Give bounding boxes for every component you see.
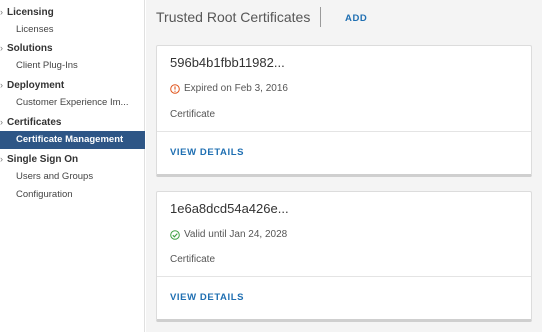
sidebar-item-client-plug-ins[interactable]: Client Plug-Ins [0,57,145,75]
chevron-down-icon: › [0,43,3,53]
view-details-button[interactable]: VIEW DETAILS [170,147,244,158]
certificate-status: Valid until Jan 24, 2028 [170,229,287,240]
sidebar-item-label: Configuration [16,189,73,200]
certificate-name: 1e6a8dcd54a426e... [170,201,289,216]
sidebar-group-solutions[interactable]: › Solutions [0,39,53,57]
sidebar-item-label: Certificate Management [16,134,124,145]
sidebar-item-label: Client Plug-Ins [16,60,78,71]
card-divider [157,276,531,277]
sidebar-group-licensing[interactable]: › Licensing [0,3,54,21]
certificate-type: Certificate [170,109,216,120]
sidebar: › Licensing Licenses › Solutions Client Pl… [0,0,145,332]
sidebar-group-certificates[interactable]: › Certificates [0,113,61,131]
sidebar-item-licenses[interactable]: Licenses [0,21,145,39]
certificate-card: 596b4b1fbb11982... Expired on Feb 3, 201… [156,45,532,177]
sidebar-item-customer-experience[interactable]: Customer Experience Im... [0,94,145,112]
sidebar-group-deployment[interactable]: › Deployment [0,76,64,94]
sidebar-group-label: Single Sign On [7,154,79,165]
chevron-down-icon: › [0,80,3,90]
warning-circle-icon [170,83,180,94]
page-title: Trusted Root Certificates [156,9,311,25]
certificate-name: 596b4b1fbb11982... [170,55,285,70]
check-circle-icon [170,229,180,240]
sidebar-item-label: Users and Groups [16,171,94,182]
certificate-status: Expired on Feb 3, 2016 [170,83,288,94]
certificate-status-text: Expired on Feb 3, 2016 [184,83,288,94]
view-details-button[interactable]: VIEW DETAILS [170,292,244,303]
certificate-card: 1e6a8dcd54a426e... Valid until Jan 24, 2… [156,191,532,322]
sidebar-group-label: Deployment [7,80,65,91]
sidebar-group-single-sign-on[interactable]: › Single Sign On [0,150,78,168]
card-divider [157,131,531,132]
certificate-status-text: Valid until Jan 24, 2028 [184,229,288,240]
chevron-down-icon: › [0,117,3,127]
app-root: › Licensing Licenses › Solutions Client Pl… [0,0,542,332]
sidebar-group-label: Solutions [7,43,53,54]
certificate-type: Certificate [170,254,216,265]
sidebar-item-label: Customer Experience Im... [16,97,129,108]
sidebar-item-users-and-groups[interactable]: Users and Groups [0,168,145,186]
sidebar-group-label: Licensing [7,7,54,18]
sidebar-item-label: Licenses [16,24,54,35]
main-content: Trusted Root Certificates ADD 596b4b1fbb… [146,0,542,332]
title-divider [320,7,321,27]
sidebar-item-certificate-management[interactable]: Certificate Management [0,131,145,149]
chevron-down-icon: › [0,7,3,17]
sidebar-item-configuration[interactable]: Configuration [0,186,145,204]
add-button[interactable]: ADD [345,13,367,24]
chevron-down-icon: › [0,154,3,164]
sidebar-group-label: Certificates [7,117,62,128]
